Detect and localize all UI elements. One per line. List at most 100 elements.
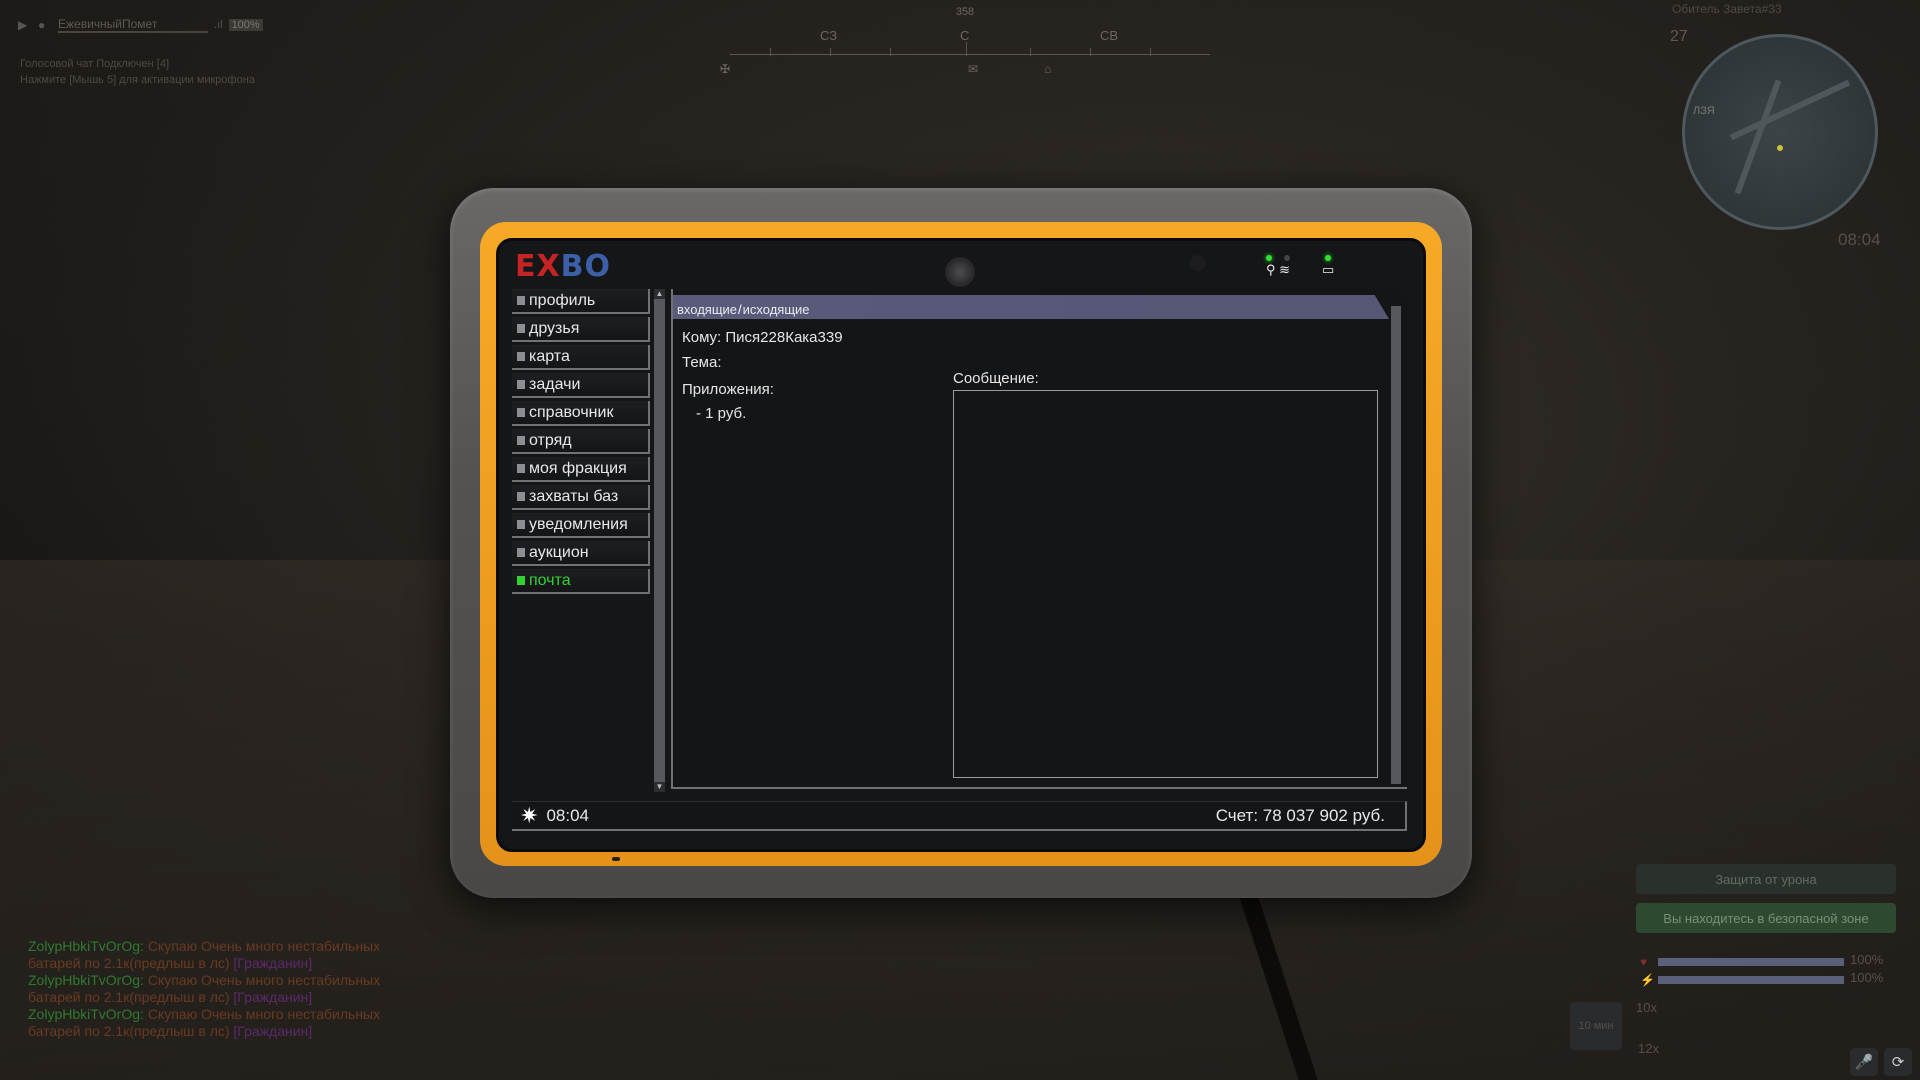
chat-text: Скупаю Очень много нестабильных	[147, 938, 381, 954]
indicator-light	[612, 857, 620, 861]
mail-scrollbar[interactable]	[1391, 306, 1401, 784]
nav-bullet	[517, 352, 525, 361]
compass-bearing: 358	[955, 6, 975, 18]
nav-bullet	[517, 492, 525, 501]
network-led	[1266, 255, 1273, 261]
compass-tick	[1030, 48, 1031, 56]
nav-item-notifications[interactable]: уведомления	[512, 513, 650, 538]
nav-item-tasks[interactable]: задачи	[512, 373, 650, 398]
scroll-down-icon[interactable]: ▼	[654, 782, 665, 792]
nav-item-mail[interactable]: почта	[512, 569, 650, 594]
mail-recipient[interactable]: Кому: Пися228Кака339	[682, 329, 843, 346]
heart-icon: ♥	[1640, 955, 1648, 969]
nav-item-faction[interactable]: моя фракция	[512, 457, 650, 482]
chat-line: батарей по 2.1к(предлыш в лс) [Гражданин…	[28, 1023, 458, 1040]
signal-icon: .ıl	[214, 19, 223, 31]
health-value: 100%	[1850, 952, 1884, 967]
safe-zone-status: Вы находитесь в безопасной зоне	[1636, 903, 1896, 933]
minimap-time: 08:04	[1838, 230, 1881, 249]
account-balance: Счет: 78 037 902 руб.	[1215, 805, 1385, 825]
nav-bullet	[517, 324, 525, 333]
chat-line: батарей по 2.1к(предлыш в лс) [Гражданин…	[28, 955, 458, 972]
mail-attachment-item[interactable]: - 1 руб.	[696, 405, 746, 422]
nav-item-auction[interactable]: аукцион	[512, 541, 650, 566]
nav-bullet	[517, 520, 525, 529]
nav-item-label: почта	[529, 571, 571, 589]
nav-item-friends[interactable]: друзья	[512, 317, 650, 342]
scroll-up-icon[interactable]: ▲	[654, 289, 665, 299]
nav-item-base-captures[interactable]: захваты баз	[512, 485, 650, 510]
minimap-number: 27	[1670, 28, 1688, 45]
compass-dir-ne: СВ	[1100, 28, 1119, 43]
chat-line: батарей по 2.1к(предлыш в лс) [Гражданин…	[28, 989, 458, 1006]
exbo-logo: EXBO	[515, 252, 611, 282]
compass-tick	[890, 48, 891, 56]
compass-marker-icon: ✠	[720, 62, 731, 76]
nav-item-label: моя фракция	[529, 459, 627, 477]
chat-text: батарей по 2.1к(предлыш в лс)	[28, 989, 230, 1005]
status-time: 08:04	[546, 805, 589, 825]
compass: 358 СЗ С СВ ✠ ✉ ⌂	[720, 6, 1210, 76]
compass-line	[730, 54, 1210, 55]
minimap-player-dot	[1699, 207, 1705, 213]
mail-marker-icon: ✉	[968, 62, 979, 76]
building-marker-icon: ⌂	[1044, 62, 1052, 76]
battery-indicator: ▭	[1322, 255, 1334, 277]
tab-incoming[interactable]: входящие	[677, 302, 737, 317]
chat-nick: ZolypHbkiTvOrOg:	[28, 972, 144, 988]
user-icon: ●	[38, 18, 46, 32]
nav-bullet	[517, 296, 525, 305]
logo-ex: EX	[515, 249, 561, 284]
minimap[interactable]: ЛЗЯ	[1682, 34, 1878, 230]
tablet-status-bar: ✷ 08:04 Счет: 78 037 902 руб.	[512, 801, 1407, 831]
chat-tag: [Гражданин]	[233, 1023, 313, 1039]
mail-subject[interactable]: Тема:	[682, 354, 722, 371]
camera-icon	[945, 257, 975, 287]
nav-bullet	[517, 408, 525, 417]
tablet-nav: профиль друзья карта задачи справочник о…	[512, 289, 650, 597]
health-bar-fill	[1658, 958, 1844, 966]
effect-timer: 10 мин	[1570, 1002, 1622, 1050]
minimap-target-icon	[1777, 145, 1783, 151]
compass-tick-center	[966, 42, 967, 56]
health-bar	[1658, 958, 1844, 966]
mail-tabs: входящие / исходящие	[673, 295, 1389, 319]
nav-item-label: аукцион	[529, 543, 589, 561]
compass-tick	[830, 48, 831, 56]
chat-text: Скупаю Очень много нестабильных	[147, 1006, 381, 1022]
minimap-road	[1729, 79, 1851, 141]
nav-bullet	[517, 548, 525, 557]
voice-player-name: ЕжевичныйПомет	[58, 17, 208, 33]
nav-item-map[interactable]: карта	[512, 345, 650, 370]
minimap-location: Обитель Завета#33	[1672, 2, 1782, 16]
nav-item-label: карта	[529, 347, 570, 365]
energy-value: 100%	[1850, 970, 1884, 985]
voice-volume: 100%	[228, 19, 263, 31]
nav-item-label: уведомления	[529, 515, 628, 533]
sun-icon: ✷	[520, 802, 539, 828]
microphone-icon[interactable]: 🎤	[1850, 1048, 1878, 1076]
nav-item-squad[interactable]: отряд	[512, 429, 650, 454]
nav-item-label: справочник	[529, 403, 614, 421]
compass-dir-nw: СЗ	[820, 28, 838, 43]
energy-bar-fill	[1658, 976, 1844, 984]
nav-bullet	[517, 436, 525, 445]
nav-scrollbar[interactable]: ▲ ▼	[654, 289, 665, 792]
network-indicator: ⚲ ≋	[1266, 255, 1290, 277]
chat-line: ZolypHbkiTvOrOg: Скупаю Очень много нест…	[28, 938, 458, 955]
item-count-bottom: 12х	[1638, 1041, 1659, 1056]
tab-outgoing[interactable]: исходящие	[743, 302, 810, 317]
message-body[interactable]	[953, 390, 1378, 778]
damage-protection-status: Защита от урона	[1636, 864, 1896, 894]
logo-bo: BO	[560, 249, 611, 284]
speaker-icon: ▶	[18, 18, 28, 32]
voice-chat-bar: ▶ ● ЕжевичныйПомет .ıl 100%	[18, 14, 278, 36]
battery-led	[1325, 255, 1332, 261]
nav-bullet	[517, 380, 525, 389]
energy-bar	[1658, 976, 1844, 984]
quick-item-slot[interactable]: 10х 12х	[1634, 996, 1688, 1056]
refresh-icon[interactable]: ⟳	[1884, 1048, 1912, 1076]
chat-text: батарей по 2.1к(предлыш в лс)	[28, 955, 230, 971]
nav-item-profile[interactable]: профиль	[512, 289, 650, 314]
nav-item-handbook[interactable]: справочник	[512, 401, 650, 426]
